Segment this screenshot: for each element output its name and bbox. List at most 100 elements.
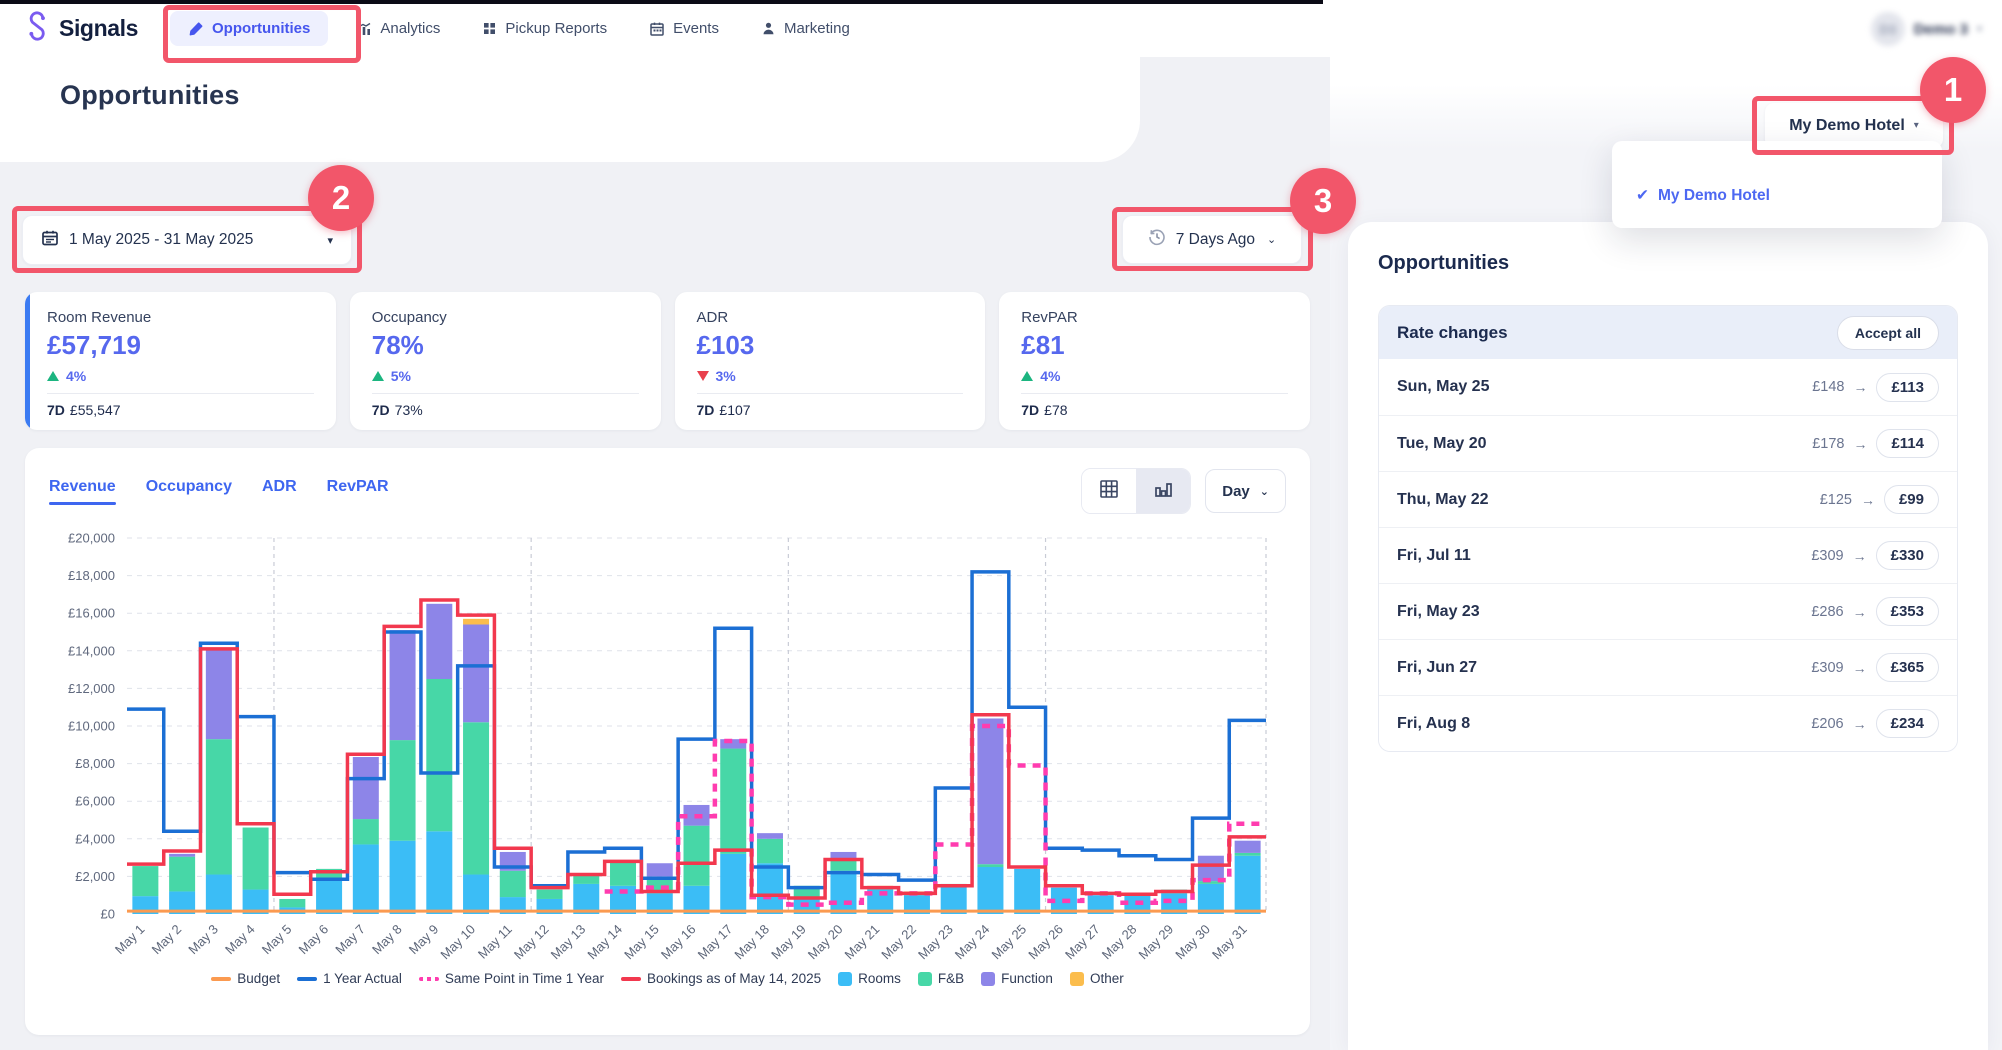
svg-text:May 30: May 30 — [1172, 922, 1213, 963]
chevron-down-icon: ▾ — [1914, 120, 1919, 131]
window-top-edge — [0, 0, 1323, 4]
arrow-right-icon: → — [1861, 492, 1875, 508]
legend-swatch — [1070, 972, 1084, 986]
kpi-prev-value: £78 — [1044, 402, 1067, 418]
signals-dashboard: Signals Opportunities Analytics Pickup Rep… — [0, 0, 2002, 1050]
kpi-card-adr: ADR£1033%7D£107 — [675, 292, 986, 430]
signals-logo: Signals — [22, 11, 138, 46]
hotel-selector-label: My Demo Hotel — [1789, 117, 1905, 135]
nav-item-marketing[interactable]: Marketing — [747, 11, 864, 46]
legend-item-function[interactable]: Function — [981, 971, 1053, 986]
chevron-down-icon: ▾ — [327, 234, 333, 247]
svg-text:May 2: May 2 — [149, 922, 185, 958]
legend-item-same-point-in-time-1-year[interactable]: Same Point in Time 1 Year — [419, 971, 604, 986]
legend-swatch — [981, 972, 995, 986]
tab-adr[interactable]: ADR — [262, 478, 297, 505]
user-name: Demo 3 — [1914, 21, 1968, 38]
rate-change-row: Fri, May 23£286→£353 — [1379, 583, 1957, 639]
svg-text:May 9: May 9 — [406, 922, 442, 958]
svg-text:May 27: May 27 — [1062, 922, 1103, 963]
calendar-icon — [41, 229, 59, 252]
rate-change-row: Tue, May 20£178→£114 — [1379, 415, 1957, 471]
rate-new-price-button[interactable]: £330 — [1876, 541, 1939, 570]
triangle-up-icon — [47, 371, 59, 381]
primary-nav: Opportunities Analytics Pickup Reports Even… — [170, 11, 864, 46]
svg-text:£10,000: £10,000 — [68, 719, 115, 734]
legend-item-other[interactable]: Other — [1070, 971, 1124, 986]
table-view-button[interactable] — [1082, 469, 1136, 513]
top-navigation-bar: Signals Opportunities Analytics Pickup Rep… — [0, 0, 1330, 57]
rate-day-label: Sun, May 25 — [1397, 378, 1489, 396]
kpi-label: ADR — [697, 309, 964, 326]
kpi-value: 78% — [372, 330, 639, 361]
opportunities-panel: Opportunities Rate changes Accept all Su… — [1348, 222, 1988, 1050]
kpi-previous-period: 7D£107 — [697, 402, 964, 418]
rate-new-price-button[interactable]: £365 — [1876, 653, 1939, 682]
legend-item-1-year-actual[interactable]: 1 Year Actual — [297, 971, 402, 986]
legend-swatch — [838, 972, 852, 986]
rate-new-price-button[interactable]: £113 — [1876, 373, 1939, 402]
rate-new-price-button[interactable]: £353 — [1876, 597, 1939, 626]
tab-revpar[interactable]: RevPAR — [327, 478, 389, 505]
svg-text:£16,000: £16,000 — [68, 606, 115, 621]
svg-text:May 10: May 10 — [437, 922, 478, 963]
legend-item-budget[interactable]: Budget — [211, 971, 280, 986]
legend-label: F&B — [938, 971, 964, 986]
svg-text:May 6: May 6 — [296, 922, 332, 958]
legend-item-f-b[interactable]: F&B — [918, 971, 964, 986]
svg-text:£6,000: £6,000 — [75, 794, 115, 809]
kpi-card-occupancy: Occupancy78%5%7D73% — [350, 292, 661, 430]
date-range-picker[interactable]: 1 May 2025 - 31 May 2025 ▾ — [22, 215, 352, 265]
granularity-select[interactable]: Day ⌄ — [1205, 469, 1286, 513]
granularity-label: Day — [1222, 483, 1250, 500]
divider — [697, 393, 964, 394]
accept-all-button[interactable]: Accept all — [1837, 316, 1939, 350]
svg-text:May 20: May 20 — [805, 922, 846, 963]
kpi-delta-value: 3% — [716, 368, 736, 384]
kpi-label: RevPAR — [1021, 309, 1288, 326]
rate-new-price-button[interactable]: £99 — [1884, 485, 1939, 514]
bar-chart-icon — [1152, 478, 1174, 505]
svg-text:£4,000: £4,000 — [75, 831, 115, 846]
user-menu[interactable]: D3 Demo 3 ▾ — [1871, 12, 1982, 46]
rate-new-price-button[interactable]: £234 — [1876, 709, 1939, 738]
hotel-menu-item[interactable]: ✔ My Demo Hotel — [1612, 186, 1770, 205]
legend-swatch — [419, 977, 439, 981]
legend-item-bookings-as-of-may-14-2025[interactable]: Bookings as of May 14, 2025 — [621, 971, 821, 986]
kpi-cards-row: Room Revenue£57,7194%7D£55,547Occupancy7… — [25, 292, 1310, 430]
svg-text:May 29: May 29 — [1136, 922, 1177, 963]
legend-swatch — [918, 972, 932, 986]
kpi-value: £57,719 — [47, 330, 314, 361]
svg-text:May 14: May 14 — [584, 922, 625, 963]
rate-changes-title: Rate changes — [1397, 323, 1508, 343]
kpi-delta: 4% — [1021, 368, 1288, 384]
tab-revenue[interactable]: Revenue — [49, 478, 116, 505]
svg-text:May 13: May 13 — [548, 922, 589, 963]
legend-label: Budget — [237, 971, 280, 986]
svg-text:May 4: May 4 — [222, 922, 258, 958]
rate-new-price-button[interactable]: £114 — [1876, 429, 1939, 458]
tab-occupancy[interactable]: Occupancy — [146, 478, 232, 505]
nav-item-events[interactable]: Events — [635, 11, 733, 46]
chart-plot-area: £0£2,000£4,000£6,000£8,000£10,000£12,000… — [49, 522, 1286, 969]
rate-day-label: Fri, Aug 8 — [1397, 715, 1470, 733]
comparison-label: 7 Days Ago — [1176, 231, 1255, 249]
rate-change-row: Fri, Jun 27£309→£365 — [1379, 639, 1957, 695]
legend-label: Function — [1001, 971, 1053, 986]
svg-text:May 31: May 31 — [1209, 922, 1250, 963]
chart-header: Revenue Occupancy ADR RevPAR — [49, 468, 1286, 514]
svg-text:May 7: May 7 — [332, 922, 368, 958]
bar-chart-view-button[interactable] — [1136, 469, 1190, 513]
comparison-period-picker[interactable]: 7 Days Ago ⌄ — [1122, 215, 1302, 264]
nav-item-opportunities[interactable]: Opportunities — [170, 11, 328, 46]
hotel-menu-item-label: My Demo Hotel — [1658, 187, 1770, 205]
legend-swatch — [621, 977, 641, 981]
nav-item-label: Opportunities — [212, 20, 310, 37]
divider — [372, 393, 639, 394]
legend-item-rooms[interactable]: Rooms — [838, 971, 901, 986]
revenue-stacked-bar-chart[interactable]: £0£2,000£4,000£6,000£8,000£10,000£12,000… — [49, 522, 1286, 964]
kpi-previous-period: 7D£55,547 — [47, 402, 314, 418]
rate-day-label: Fri, Jun 27 — [1397, 659, 1477, 677]
nav-item-analytics[interactable]: Analytics — [342, 11, 454, 46]
nav-item-pickup-reports[interactable]: Pickup Reports — [468, 11, 621, 46]
